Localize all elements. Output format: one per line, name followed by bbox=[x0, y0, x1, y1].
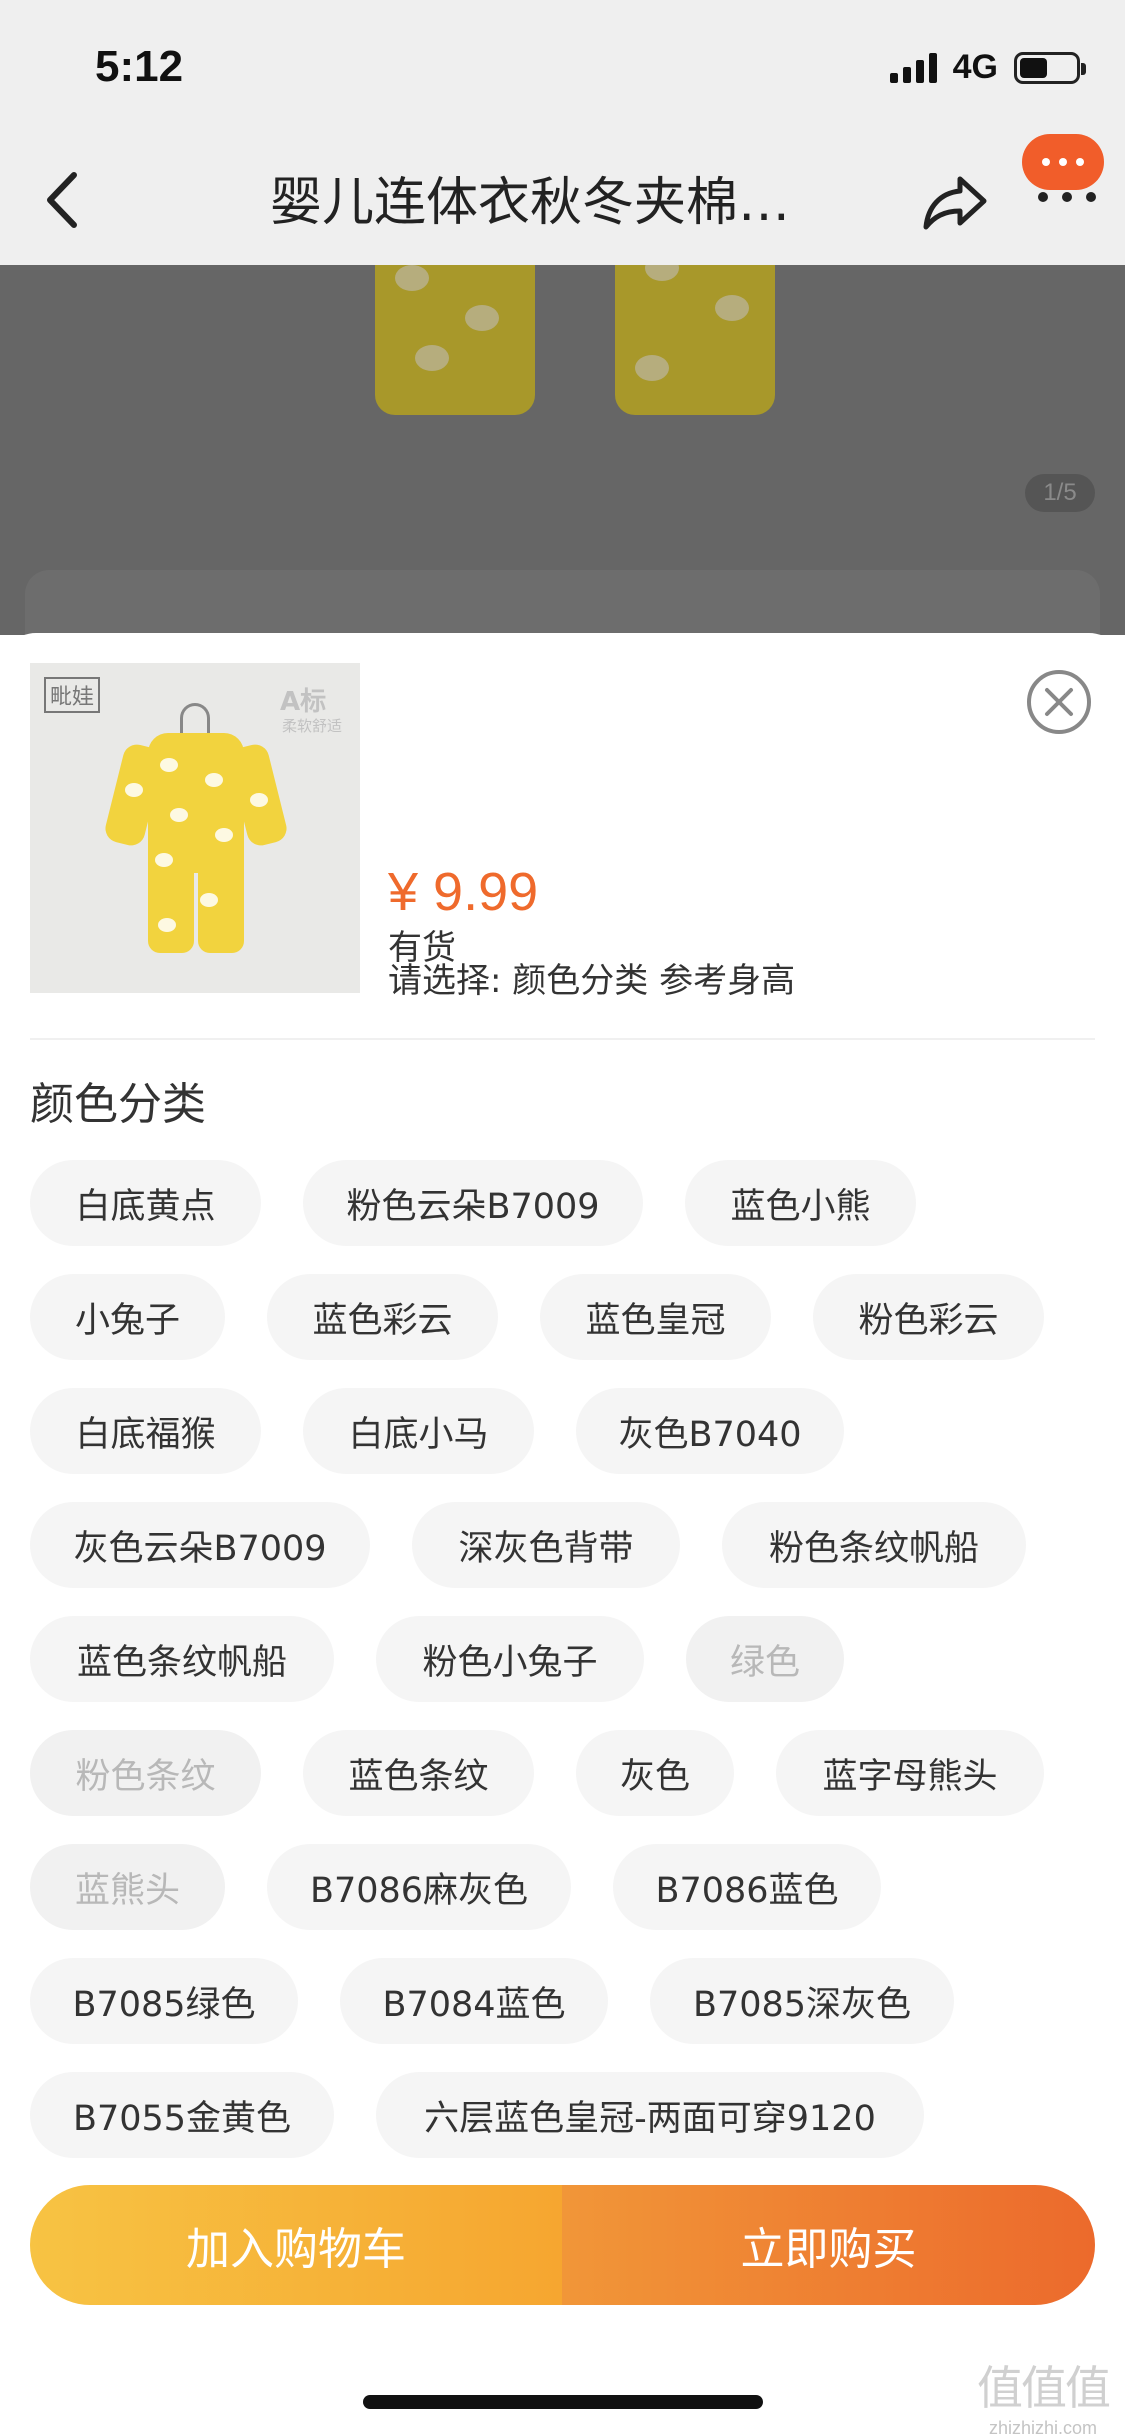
color-option[interactable]: 白底黄点 bbox=[30, 1160, 261, 1246]
color-option[interactable]: 蓝色小熊 bbox=[685, 1160, 916, 1246]
more-dots-icon bbox=[1038, 192, 1096, 202]
color-option[interactable]: 粉色彩云 bbox=[813, 1274, 1044, 1360]
color-option[interactable]: 蓝色条纹帆船 bbox=[30, 1616, 334, 1702]
gallery-pager: 1/5 bbox=[1025, 474, 1095, 512]
add-to-cart-button[interactable]: 加入购物车 bbox=[30, 2185, 562, 2305]
selection-hint: 请选择: 颜色分类 参考身高 bbox=[388, 961, 796, 1001]
share-button[interactable] bbox=[920, 165, 990, 235]
watermark-text: zhizhizhi.com bbox=[988, 2418, 1098, 2436]
back-button[interactable] bbox=[40, 165, 90, 235]
share-icon bbox=[923, 176, 987, 230]
color-option[interactable]: 灰色B7040 bbox=[576, 1388, 844, 1474]
color-option[interactable]: 蓝色皇冠 bbox=[540, 1274, 771, 1360]
divider bbox=[30, 1038, 1095, 1040]
signal-icon bbox=[889, 52, 937, 83]
color-option[interactable]: B7055金黄色 bbox=[30, 2072, 334, 2158]
sku-selector-sheet: 毗娃 A标 柔软舒适 ¥ 9.99 有货 请选择: 颜色分类 参考身高 颜色分类… bbox=[0, 633, 1125, 2436]
color-option-disabled: 蓝熊头 bbox=[30, 1844, 225, 1930]
product-thumbnail[interactable]: 毗娃 A标 柔软舒适 bbox=[30, 663, 360, 993]
battery-icon bbox=[1014, 51, 1086, 84]
brand-logo: 毗娃 bbox=[44, 677, 101, 713]
color-option[interactable]: 六层蓝色皇冠-两面可穿9120 bbox=[376, 2072, 924, 2158]
status-icons: 4G bbox=[889, 48, 1086, 87]
close-button[interactable] bbox=[1025, 668, 1093, 736]
color-option-disabled: 绿色 bbox=[686, 1616, 844, 1702]
color-option[interactable]: B7085深灰色 bbox=[650, 1958, 954, 2044]
quality-badge-sub: 柔软舒适 bbox=[282, 717, 343, 735]
color-option[interactable]: B7086麻灰色 bbox=[267, 1844, 571, 1930]
color-option[interactable]: 蓝色彩云 bbox=[267, 1274, 498, 1360]
hanger-icon bbox=[180, 703, 210, 733]
quality-badge: A标 bbox=[280, 687, 327, 717]
more-button[interactable] bbox=[1020, 130, 1108, 210]
color-section-title: 颜色分类 bbox=[30, 1079, 206, 1130]
page-title: 婴儿连体衣秋冬夹棉… bbox=[270, 173, 791, 233]
color-option[interactable]: 白底小马 bbox=[303, 1388, 534, 1474]
message-bubble-icon bbox=[1022, 134, 1104, 190]
color-option[interactable]: 白底福猴 bbox=[30, 1388, 261, 1474]
watermark-logo: 值值值 bbox=[977, 2361, 1111, 2415]
price: ¥ 9.99 bbox=[388, 862, 539, 922]
color-option-disabled: 粉色条纹 bbox=[30, 1730, 261, 1816]
color-option[interactable]: 灰色 bbox=[576, 1730, 734, 1816]
product-image-partial bbox=[365, 265, 785, 425]
color-option[interactable]: 蓝色条纹 bbox=[303, 1730, 534, 1816]
color-option[interactable]: B7086蓝色 bbox=[613, 1844, 881, 1930]
close-icon bbox=[1027, 670, 1091, 734]
watermark: 值值值 zhizhizhi.com bbox=[968, 2352, 1118, 2436]
network-type: 4G bbox=[952, 48, 998, 86]
color-option[interactable]: 小兔子 bbox=[30, 1274, 225, 1360]
top-bar: 5:12 4G 婴儿连体衣秋冬夹棉… bbox=[0, 0, 1125, 265]
color-option[interactable]: B7085绿色 bbox=[30, 1958, 298, 2044]
status-time: 5:12 bbox=[95, 42, 184, 91]
chevron-left-icon bbox=[47, 172, 77, 228]
color-option[interactable]: 深灰色背带 bbox=[412, 1502, 680, 1588]
color-option[interactable]: 粉色条纹帆船 bbox=[722, 1502, 1026, 1588]
color-option[interactable]: 蓝字母熊头 bbox=[776, 1730, 1044, 1816]
color-option[interactable]: 粉色云朵B7009 bbox=[303, 1160, 643, 1246]
home-indicator[interactable] bbox=[363, 2395, 763, 2409]
buy-now-button[interactable]: 立即购买 bbox=[562, 2185, 1095, 2305]
romper-image bbox=[148, 733, 244, 873]
color-option[interactable]: 灰色云朵B7009 bbox=[30, 1502, 370, 1588]
action-bar: 加入购物车 立即购买 bbox=[30, 2185, 1095, 2305]
color-option[interactable]: B7084蓝色 bbox=[340, 1958, 608, 2044]
color-option[interactable]: 粉色小兔子 bbox=[376, 1616, 644, 1702]
